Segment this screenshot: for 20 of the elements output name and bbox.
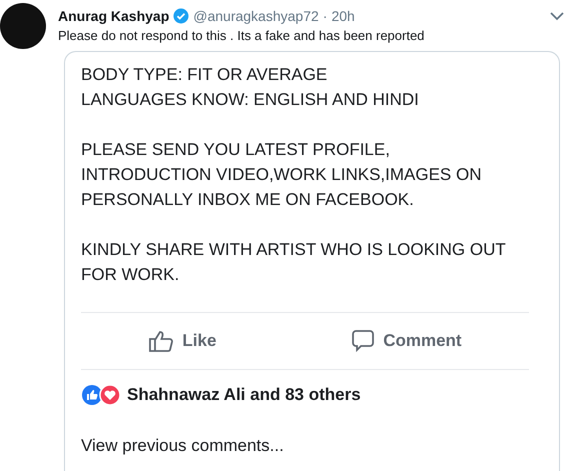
reactions-summary[interactable]: Shahnawaz Ali and 83 others <box>127 385 361 405</box>
view-previous-comments-link[interactable]: View previous comments... <box>81 436 559 456</box>
separator: · <box>322 8 328 24</box>
like-button[interactable]: Like <box>144 325 220 357</box>
thumbs-up-icon <box>148 329 174 353</box>
author-handle: @anuragkashyap72 <box>193 8 319 24</box>
avatar[interactable] <box>0 3 46 49</box>
speech-bubble-icon <box>351 329 376 353</box>
tweet-time[interactable]: 20h <box>331 8 355 24</box>
author-name[interactable]: Anurag Kashyap <box>58 8 170 24</box>
post-text-line: PLEASE SEND YOU LATEST PROFILE, <box>81 139 391 161</box>
post-text-line: FOR WORK. <box>81 264 180 286</box>
post-text-line: KINDLY SHARE WITH ARTIST WHO IS LOOKING OUT <box>81 239 507 261</box>
post-text-line: BODY TYPE: FIT OR AVERAGE <box>81 64 328 86</box>
post-text-line: INTRODUCTION VIDEO,WORK LINKS,IMAGES ON <box>81 164 482 186</box>
post-text-line: PERSONALLY INBOX ME ON FACEBOOK. <box>81 189 415 211</box>
chevron-down-icon[interactable] <box>550 12 564 20</box>
post-text-line: LANGUAGES KNOW: ENGLISH AND HINDI <box>81 89 420 111</box>
tweet-text: Please do not respond to this . Its a fake and has been reported <box>58 28 426 43</box>
comment-button[interactable]: Comment <box>347 325 466 357</box>
